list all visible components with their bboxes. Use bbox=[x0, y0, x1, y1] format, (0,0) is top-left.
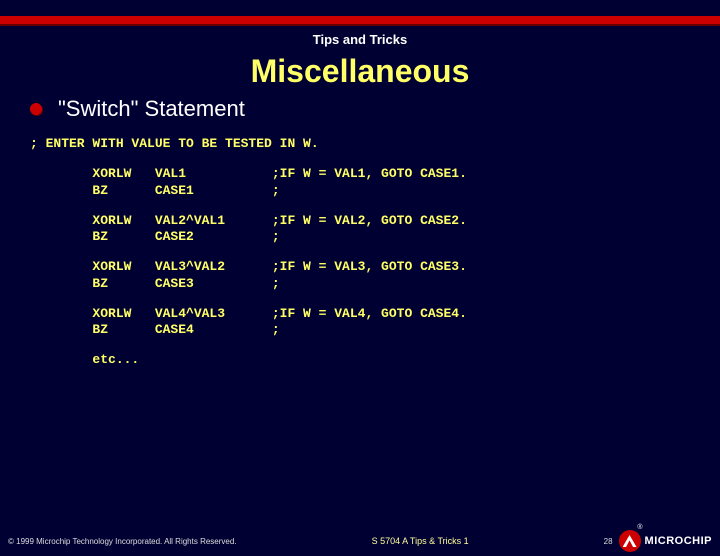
code-line: XORLW VAL1 ;IF W = VAL1, GOTO CASE1. bbox=[30, 166, 690, 182]
code-block: ; ENTER WITH VALUE TO BE TESTED IN W. XO… bbox=[30, 136, 690, 369]
logo-icon: ® bbox=[619, 530, 641, 552]
registered-icon: ® bbox=[637, 524, 642, 531]
footer-mid: S 5704 A Tips & Tricks 1 bbox=[237, 536, 604, 546]
footer: © 1999 Microchip Technology Incorporated… bbox=[0, 530, 720, 556]
page-title: Miscellaneous bbox=[0, 53, 720, 90]
page-number: 28 bbox=[604, 537, 613, 546]
code-line: XORLW VAL2^VAL1 ;IF W = VAL2, GOTO CASE2… bbox=[30, 213, 690, 229]
code-etc: etc... bbox=[30, 352, 690, 368]
code-line: BZ CASE1 ; bbox=[30, 183, 690, 199]
copyright: © 1999 Microchip Technology Incorporated… bbox=[8, 537, 237, 546]
brand-name: MICROCHIP bbox=[645, 535, 712, 547]
code-intro: ; ENTER WITH VALUE TO BE TESTED IN W. bbox=[30, 136, 690, 152]
bullet-row: "Switch" Statement bbox=[30, 96, 720, 122]
code-line: BZ CASE2 ; bbox=[30, 229, 690, 245]
bullet-text: "Switch" Statement bbox=[58, 96, 245, 122]
code-line: BZ CASE3 ; bbox=[30, 276, 690, 292]
bullet-icon bbox=[30, 103, 42, 115]
code-line: XORLW VAL3^VAL2 ;IF W = VAL3, GOTO CASE3… bbox=[30, 259, 690, 275]
brand-logo: ® MICROCHIP bbox=[619, 530, 712, 552]
accent-bar bbox=[0, 16, 720, 24]
code-line: XORLW VAL4^VAL3 ;IF W = VAL4, GOTO CASE4… bbox=[30, 306, 690, 322]
code-line: BZ CASE4 ; bbox=[30, 322, 690, 338]
accent-bar-shadow bbox=[0, 24, 720, 26]
preheading: Tips and Tricks bbox=[0, 32, 720, 47]
